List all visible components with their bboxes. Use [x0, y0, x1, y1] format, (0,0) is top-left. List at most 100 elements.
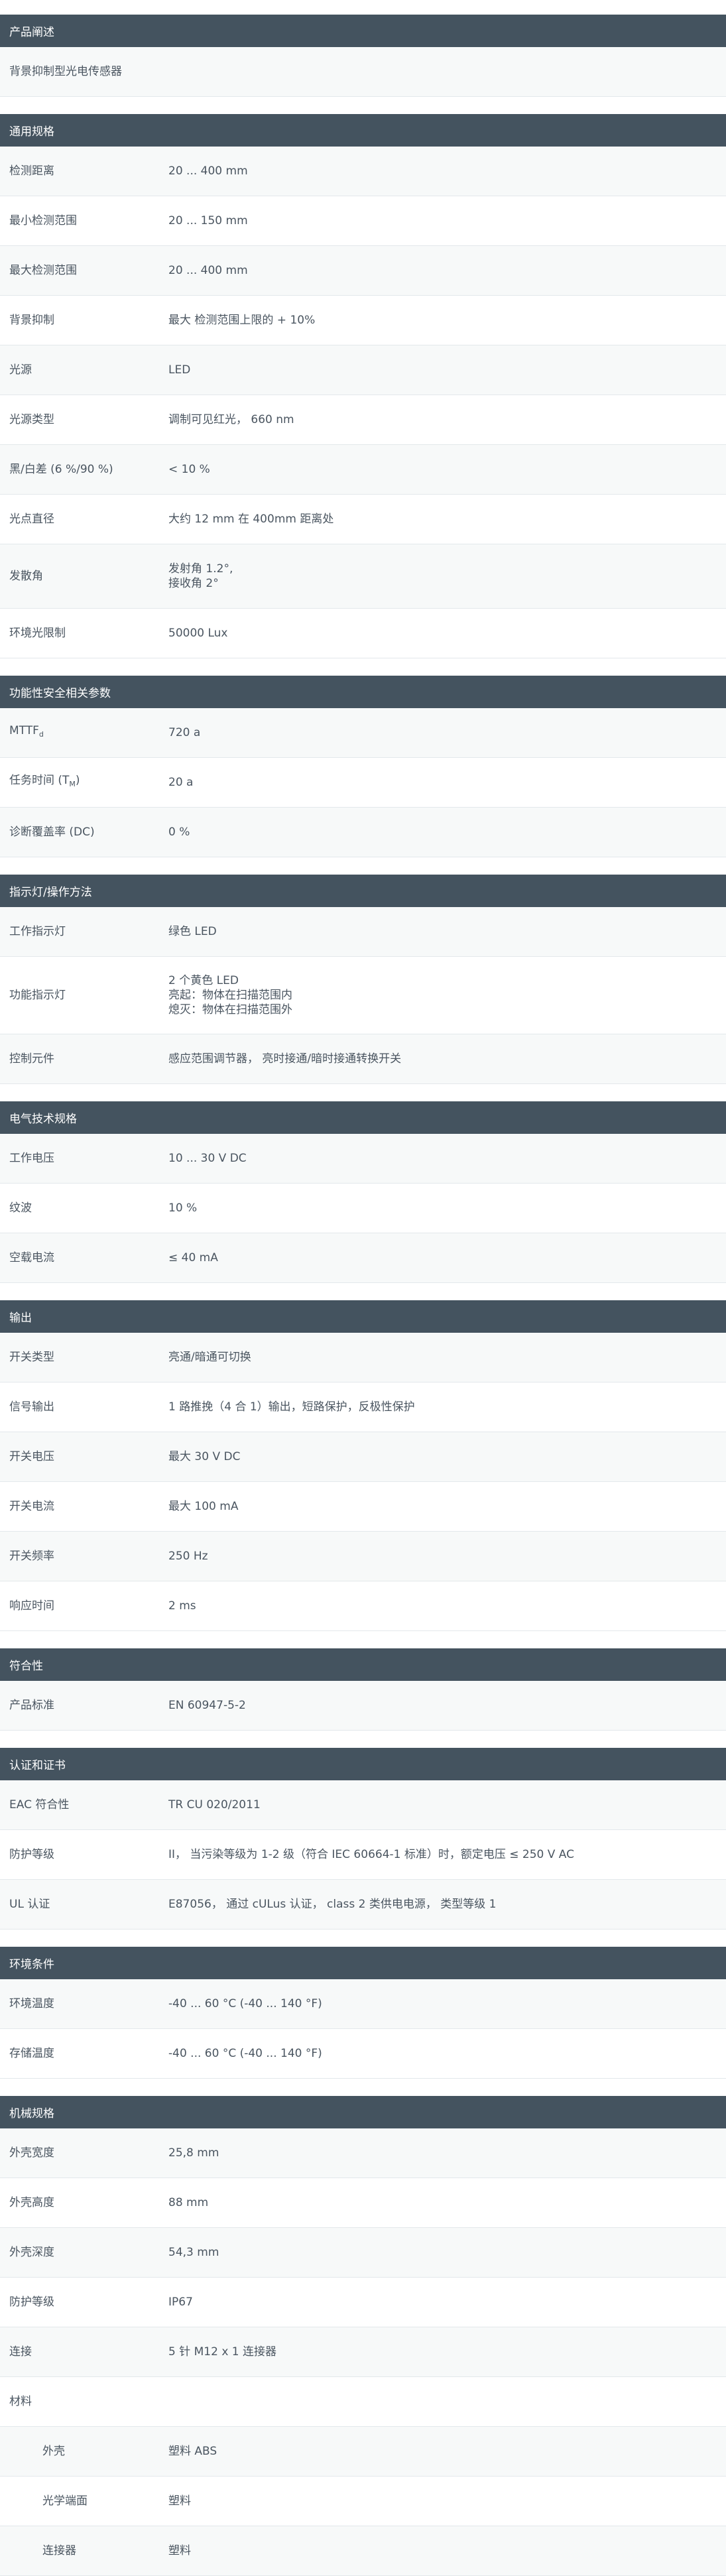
spec-label: 光学端面 — [0, 2494, 168, 2508]
spec-row: 开关频率 250 Hz — [0, 1532, 726, 1581]
spec-row: 最大检测范围 20 ... 400 mm — [0, 246, 726, 296]
spec-label: 存储温度 — [0, 2046, 168, 2061]
spec-value: 发射角 1.2°, 接收角 2° — [168, 562, 233, 590]
spec-label: 防护等级 — [0, 2295, 168, 2309]
spec-label: UL 认证 — [0, 1897, 168, 1912]
spec-label: EAC 符合性 — [0, 1798, 168, 1812]
spec-value: 塑料 — [168, 2494, 191, 2508]
spec-label-text: 开关频率 — [9, 1550, 54, 1563]
spec-label: 开关电压 — [0, 1449, 168, 1464]
spec-section: 认证和证书 EAC 符合性 TR CU 020/2011 防护等级 II， 当污染等级为… — [0, 1748, 726, 1930]
spec-row: 连接器 塑料 — [0, 2526, 726, 2576]
section-gap — [0, 658, 726, 676]
spec-row: 工作指示灯 绿色 LED — [0, 907, 726, 957]
spec-section: 环境条件 环境温度 -40 ... 60 °C (-40 ... 140 °F) 存储… — [0, 1947, 726, 2079]
spec-row: 发散角 发射角 1.2°, 接收角 2° — [0, 544, 726, 609]
spec-value: 0 % — [168, 826, 190, 839]
spec-value: 20 ... 400 mm — [168, 164, 248, 178]
spec-label-text: 控制元件 — [9, 1052, 54, 1066]
spec-label: 环境光限制 — [0, 626, 168, 641]
section-gap — [0, 1731, 726, 1748]
spec-value: -40 ... 60 °C (-40 ... 140 °F) — [168, 1997, 322, 2010]
spec-section: 产品阐述 背景抑制型光电传感器 — [0, 15, 726, 97]
spec-label: 外壳 — [0, 2444, 168, 2459]
spec-label: 光源 — [0, 363, 168, 377]
spec-label: 空载电流 — [0, 1251, 168, 1265]
spec-label: 光源类型 — [0, 412, 168, 427]
spec-section: 电气技术规格 工作电压 10 ... 30 V DC 纹波 10 % 空载电流 ≤ 40 m… — [0, 1101, 726, 1283]
spec-row: 响应时间 2 ms — [0, 1581, 726, 1631]
spec-value: 20 ... 150 mm — [168, 214, 248, 227]
spec-row: 最小检测范围 20 ... 150 mm — [0, 196, 726, 246]
spec-label-text: 材料 — [9, 2395, 32, 2408]
spec-row: 检测距离 20 ... 400 mm — [0, 147, 726, 196]
spec-label-text: 背景抑制 — [9, 314, 54, 327]
spec-value: ≤ 40 mA — [168, 1251, 218, 1264]
spec-label-text: 最小检测范围 — [9, 214, 77, 227]
section-header: 电气技术规格 — [0, 1101, 726, 1134]
spec-label-text: 外壳宽度 — [9, 2146, 54, 2160]
spec-label-text: 连接 — [9, 2345, 32, 2359]
spec-label: 工作指示灯 — [0, 924, 168, 939]
spec-label-text: 产品标准 — [9, 1699, 54, 1712]
spec-label-text: 黑/白差 (6 %/90 %) — [9, 463, 113, 476]
spec-label: 外壳深度 — [0, 2245, 168, 2260]
spec-value: 最大 检测范围上限的 + 10% — [168, 314, 316, 327]
spec-label: 开关电流 — [0, 1499, 168, 1514]
spec-label: 发散角 — [0, 569, 168, 583]
section-gap — [0, 1283, 726, 1300]
spec-row: 开关类型 亮通/暗通可切换 — [0, 1333, 726, 1382]
spec-row: 光源类型 调制可见红光， 660 nm — [0, 395, 726, 445]
spec-section: 机械规格 外壳宽度 25,8 mm 外壳高度 88 mm 外壳深度 54,3 mm 防护等级 I… — [0, 2096, 726, 2576]
spec-value: -40 ... 60 °C (-40 ... 140 °F) — [168, 2047, 322, 2060]
spec-label-text: 防护等级 — [9, 2296, 54, 2309]
spec-label: 工作电压 — [0, 1151, 168, 1166]
spec-label: 连接 — [0, 2345, 168, 2359]
spec-label-text: 连接器 — [42, 2544, 76, 2557]
spec-label-text: 检测距离 — [9, 164, 54, 178]
spec-value: EN 60947-5-2 — [168, 1699, 246, 1712]
spec-row: 功能指示灯 2 个黄色 LED 亮起：物体在扫描范围内 熄灭：物体在扫描范围外 — [0, 957, 726, 1034]
section-header: 符合性 — [0, 1648, 726, 1681]
spec-label: 纹波 — [0, 1201, 168, 1215]
spec-label-text: 空载电流 — [9, 1251, 54, 1264]
spec-value: 1 路推挽（4 合 1）输出，短路保护，反极性保护 — [168, 1400, 415, 1414]
spec-label-subscript: M — [69, 780, 76, 788]
spec-label: 开关频率 — [0, 1549, 168, 1564]
section-gap — [0, 1930, 726, 1947]
spec-value: 感应范围调节器， 亮时接通/暗时接通转换开关 — [168, 1052, 402, 1066]
spec-row: 工作电压 10 ... 30 V DC — [0, 1134, 726, 1184]
spec-row: 防护等级 IP67 — [0, 2278, 726, 2327]
product-description-row: 背景抑制型光电传感器 — [0, 47, 726, 97]
product-description: 背景抑制型光电传感器 — [9, 65, 122, 78]
spec-row: 存储温度 -40 ... 60 °C (-40 ... 140 °F) — [0, 2029, 726, 2079]
spec-value: 塑料 ABS — [168, 2445, 217, 2458]
spec-value: 54,3 mm — [168, 2246, 219, 2259]
spec-value: 10 ... 30 V DC — [168, 1152, 247, 1165]
spec-label: 连接器 — [0, 2544, 168, 2558]
spec-label-text: EAC 符合性 — [9, 1798, 70, 1811]
section-gap — [0, 1631, 726, 1648]
spec-section: 功能性安全相关参数 MTTFd 720 a 任务时间 (TM) 20 a 诊断覆盖率 (D… — [0, 676, 726, 857]
spec-sheet: 产品阐述 背景抑制型光电传感器通用规格检测距离 20 ... 400 mm 最小检测范… — [0, 0, 726, 2576]
spec-value: 720 a — [168, 726, 201, 739]
section-gap — [0, 97, 726, 114]
spec-label: 任务时间 (TM) — [0, 773, 168, 792]
spec-row: 开关电流 最大 100 mA — [0, 1482, 726, 1532]
spec-row: 防护等级 II， 当污染等级为 1-2 级（符合 IEC 60664-1 标准）时… — [0, 1830, 726, 1880]
spec-label-text: 光源 — [9, 363, 32, 377]
section-header: 通用规格 — [0, 114, 726, 147]
spec-value: 亮通/暗通可切换 — [168, 1351, 251, 1364]
spec-value: 2 ms — [168, 1599, 196, 1613]
spec-row: UL 认证 E87056， 通过 cULus 认证， class 2 类供电电源，… — [0, 1880, 726, 1930]
spec-row: 光源 LED — [0, 345, 726, 395]
spec-value: 调制可见红光， 660 nm — [168, 413, 294, 426]
spec-value: E87056， 通过 cULus 认证， class 2 类供电电源， 类型等级… — [168, 1898, 497, 1911]
spec-label-text: 发散角 — [9, 570, 43, 583]
spec-row: 开关电压 最大 30 V DC — [0, 1432, 726, 1482]
section-header: 环境条件 — [0, 1947, 726, 1979]
spec-label-text: 开关电流 — [9, 1500, 54, 1513]
spec-label-text: 外壳高度 — [9, 2196, 54, 2209]
spec-label: 产品标准 — [0, 1698, 168, 1713]
spec-row: 外壳深度 54,3 mm — [0, 2228, 726, 2278]
